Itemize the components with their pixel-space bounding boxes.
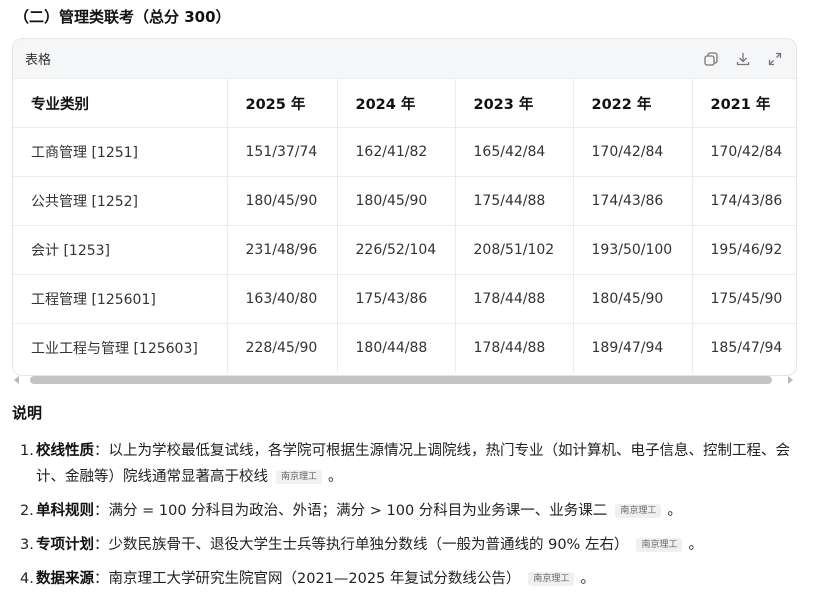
note-body: 专项计划：少数民族骨干、退役大学生士兵等执行单独分数线（一般为普通线的 90% … [36,532,800,558]
note-end: 。 [667,503,682,519]
list-item: 3. 专项计划：少数民族骨干、退役大学生士兵等执行单独分数线（一般为普通线的 9… [20,532,800,558]
table-row: 公共管理 [1252] 180/45/90 180/45/90 175/44/8… [13,176,796,226]
table-cell: 151/37/74 [227,127,338,177]
table-cell: 185/47/94 [710,340,783,356]
note-body: 数据来源：南京理工大学研究生院官网（2021—2025 年复试分数线公告） 南京理… [36,566,800,592]
note-body: 校线性质：以上为学校最低复试线，各学院可根据生源情况上调院线，热门专业（如计算机… [36,438,800,490]
notes-title: 说明 [12,404,43,422]
table-cell: 174/43/86 [692,176,796,226]
header-cell: 2022 年 [573,79,693,128]
list-number: 1. [20,443,34,459]
table-row: 工程管理 [125601] 163/40/80 175/43/86 178/44… [13,274,796,324]
table-cell: 162/41/82 [337,127,456,177]
table-cell: 231/48/96 [227,225,338,275]
header-cell: 2024 年 [337,79,456,128]
note-end: 。 [688,537,703,553]
note-text: ：以上为学校最低复试线，各学院可根据生源情况上调院线，热门专业（如计算机、电子信… [36,443,790,485]
table-label: 表格 [25,53,52,68]
header-cell: 2023 年 [455,79,574,128]
section-title: （二）管理类联考（总分 300） [14,8,231,26]
notes-list: 1. 校线性质：以上为学校最低复试线，各学院可根据生源情况上调院线，热门专业（如… [20,438,800,600]
table-cell: 180/45/90 [337,176,456,226]
list-number: 2. [20,503,34,519]
scroll-right-arrow-icon[interactable] [788,376,793,384]
note-end: 。 [328,469,343,485]
table-cell: 180/44/88 [337,323,456,372]
scrollbar-thumb[interactable] [30,376,772,384]
header-cell: 2025 年 [227,79,338,128]
table-cell: 195/46/92 [692,225,796,275]
list-number: 4. [20,571,34,587]
table-cell: 189/47/94 [573,323,693,372]
note-term: 校线性质 [36,443,94,459]
source-tag[interactable]: 南京理工 [528,572,575,586]
table-cell: 208/51/102 [455,225,574,275]
note-text: ：南京理工大学研究生院官网（2021—2025 年复试分数线公告） [94,571,521,587]
table-cell: 165/42/84 [455,127,574,177]
table-cell: 180/45/90 [573,274,693,324]
list-item: 2. 单科规则：满分 = 100 分科目为政治、外语；满分 > 100 分科目为… [20,498,800,524]
table-cell: 193/50/100 [573,225,693,275]
note-end: 。 [580,571,595,587]
table-toolbar: 表格 [13,39,796,79]
table-row: 工业工程与管理 [125603] 228/45/90 180/44/88 178… [13,323,796,372]
note-body: 单科规则：满分 = 100 分科目为政治、外语；满分 > 100 分科目为业务课… [36,498,800,524]
header-cell: 专业类别 [13,79,228,128]
note-text: ：少数民族骨干、退役大学生士兵等执行单独分数线（一般为普通线的 90% 左右） [94,537,629,553]
table-row: 会计 [1253] 231/48/96 226/52/104 208/51/10… [13,225,796,275]
table-card: 表格 专业类别 2025 年 2024 年 2023 年 2022 年 2021… [12,38,797,376]
table-cell: 工业工程与管理 [125603] [13,323,228,372]
note-term: 单科规则 [36,503,94,519]
table-cell: 170/42/84 [692,127,796,177]
table-header-row: 专业类别 2025 年 2024 年 2023 年 2022 年 2021 年 [13,79,796,128]
table-cell: 170/42/84 [573,127,693,177]
table-row: 工商管理 [1251] 151/37/74 162/41/82 165/42/8… [13,127,796,177]
table-cell: 175/44/88 [455,176,574,226]
copy-icon[interactable] [702,50,720,68]
table-cell: 178/44/88 [455,323,574,372]
table-cell: 174/43/86 [573,176,693,226]
note-term: 数据来源 [36,571,94,587]
download-icon[interactable] [734,50,752,68]
scroll-left-arrow-icon[interactable] [14,376,19,384]
table-cell: 175/43/86 [337,274,456,324]
table-tools [702,50,784,68]
table-cell: 178/44/88 [455,274,574,324]
list-item: 1. 校线性质：以上为学校最低复试线，各学院可根据生源情况上调院线，热门专业（如… [20,438,800,490]
list-item: 4. 数据来源：南京理工大学研究生院官网（2021—2025 年复试分数线公告）… [20,566,800,592]
horizontal-scrollbar[interactable] [12,374,795,386]
score-table: 专业类别 2025 年 2024 年 2023 年 2022 年 2021 年 … [13,79,796,372]
table-cell: 公共管理 [1252] [13,176,228,226]
table-cell: 工商管理 [1251] [13,127,228,177]
source-tag[interactable]: 南京理工 [276,470,323,484]
table-cell: 工程管理 [125601] [13,274,228,324]
table-cell: 175/45/90 [692,274,796,324]
table-cell: 228/45/90 [227,323,338,372]
source-tag[interactable]: 南京理工 [636,538,683,552]
expand-icon[interactable] [766,50,784,68]
table-cell: 163/40/80 [227,274,338,324]
table-cell: 226/52/104 [337,225,456,275]
table-cell: 会计 [1253] [13,225,228,275]
table-cell: 180/45/90 [227,176,338,226]
source-tag[interactable]: 南京理工 [615,504,662,518]
list-number: 3. [20,537,34,553]
header-cell: 2021 年 [692,79,796,128]
note-text: ：满分 = 100 分科目为政治、外语；满分 > 100 分科目为业务课一、业务… [94,503,608,519]
note-term: 专项计划 [36,537,94,553]
